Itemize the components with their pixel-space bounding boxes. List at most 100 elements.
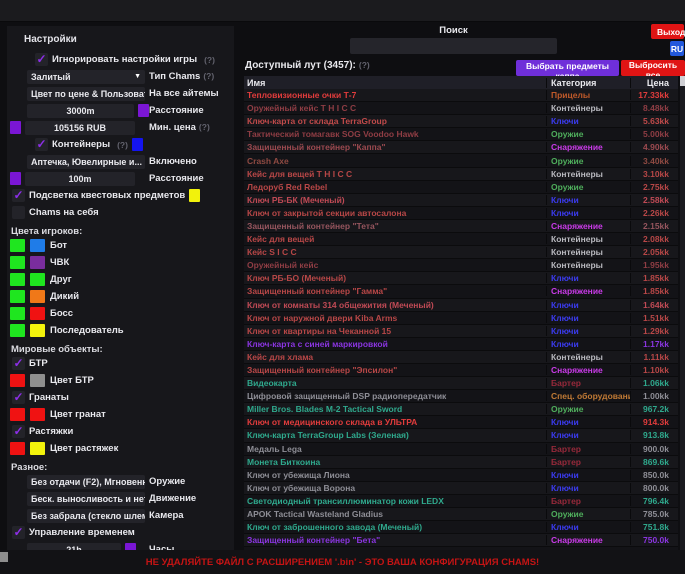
- hint-icon[interactable]: (?): [117, 140, 128, 150]
- dropdown-value: Без отдачи (F2), Мгновенное п: [31, 477, 145, 487]
- column-header-category[interactable]: Категория: [546, 78, 630, 88]
- table-row[interactable]: Ключ от квартиры на Чеканной 15 Ключи 1.…: [244, 325, 678, 338]
- checkbox[interactable]: ✓: [12, 357, 25, 370]
- exit-button[interactable]: Выход: [651, 24, 684, 39]
- table-row[interactable]: Защищенный контейнер "Тета" Снаряжение 2…: [244, 220, 678, 233]
- camera-dropdown[interactable]: Без забрала (стекло шлема) ▼: [27, 509, 145, 523]
- item-name: Кейс для хлама: [244, 352, 546, 362]
- scrollbar-fragment[interactable]: [0, 552, 8, 562]
- color-swatch[interactable]: [30, 374, 45, 387]
- table-row[interactable]: Ключ от закрытой секции автосалона Ключи…: [244, 207, 678, 220]
- color-swatch[interactable]: [30, 442, 45, 455]
- color-swatch[interactable]: [10, 239, 25, 252]
- color-swatch[interactable]: [10, 442, 25, 455]
- table-row[interactable]: Кейс для вещей Контейнеры 2.08kk: [244, 233, 678, 246]
- color-swatch[interactable]: [10, 307, 25, 320]
- setting-chams-self: Chams на себя: [9, 204, 230, 221]
- table-row[interactable]: Ключ-карта TerraGroup Labs (Зеленая) Клю…: [244, 429, 678, 442]
- color-swatch[interactable]: [10, 290, 25, 303]
- table-row[interactable]: Светодиодный трансиллюминатор кожи LEDX …: [244, 495, 678, 508]
- hint-icon[interactable]: (?): [199, 122, 210, 132]
- checkbox[interactable]: ✓: [12, 189, 25, 202]
- table-row[interactable]: Тепловизионные очки Т-7 Прицелы 17.33kk: [244, 89, 678, 102]
- color-picker-swatch[interactable]: [138, 104, 149, 117]
- chams-type-dropdown[interactable]: Залитый ▼: [27, 70, 145, 84]
- table-row[interactable]: Ключ от комнаты 314 общежития (Меченый) …: [244, 299, 678, 312]
- color-swatch[interactable]: [30, 307, 45, 320]
- language-button[interactable]: RU: [670, 41, 684, 56]
- color-swatch[interactable]: [10, 273, 25, 286]
- table-row[interactable]: Ключ от убежища Лиона Ключи 850.0k: [244, 469, 678, 482]
- color-picker-swatch[interactable]: [132, 138, 143, 151]
- table-row[interactable]: Ключ от медицинского склада в УЛЬТРА Клю…: [244, 416, 678, 429]
- color-picker-swatch[interactable]: [10, 121, 21, 134]
- color-picker-swatch[interactable]: [189, 189, 200, 202]
- table-row[interactable]: Защищенный контейнер "Эпсилон" Снаряжени…: [244, 364, 678, 377]
- select-kappa-items-button[interactable]: Выбрать предметы каппа: [516, 60, 619, 76]
- weapon-dropdown[interactable]: Без отдачи (F2), Мгновенное п ▼: [27, 475, 145, 489]
- table-row[interactable]: Ключ от наружной двери Kiba Arms Ключи 1…: [244, 312, 678, 325]
- hint-icon[interactable]: (?): [204, 55, 215, 65]
- checkbox[interactable]: ✓: [12, 391, 25, 404]
- table-row[interactable]: Цифровой защищенный DSP радиопередатчик …: [244, 390, 678, 403]
- min-price-input[interactable]: 105156 RUB: [25, 121, 135, 135]
- table-row[interactable]: Оружейный кейс T H I C C Контейнеры 8.48…: [244, 102, 678, 115]
- table-row[interactable]: Ключ от заброшенного завода (Меченый) Кл…: [244, 521, 678, 534]
- color-picker-swatch[interactable]: [10, 172, 21, 185]
- color-swatch[interactable]: [10, 374, 25, 387]
- search-input[interactable]: [350, 38, 557, 54]
- color-swatch[interactable]: [30, 239, 45, 252]
- table-row[interactable]: Кейс для хлама Контейнеры 1.11kk: [244, 351, 678, 364]
- color-swatch[interactable]: [30, 408, 45, 421]
- table-row[interactable]: Защищенный контейнер "Бета" Снаряжение 7…: [244, 534, 678, 547]
- table-row[interactable]: Ключ от убежища Ворона Ключи 800.0k: [244, 482, 678, 495]
- color-mode-dropdown[interactable]: Цвет по цене & Пользователь ▼: [27, 87, 145, 101]
- color-swatch[interactable]: [10, 324, 25, 337]
- table-row[interactable]: Ледоруб Red Rebel Оружие 2.75kk: [244, 181, 678, 194]
- distance-input[interactable]: 3000m: [27, 104, 134, 118]
- checkbox[interactable]: [12, 206, 25, 219]
- column-header-name[interactable]: Имя: [244, 78, 546, 88]
- table-row[interactable]: Защищенный контейнер "Каппа" Снаряжение …: [244, 141, 678, 154]
- item-category: Ключи: [546, 195, 630, 205]
- table-row[interactable]: Медаль Lega Бартер 900.0k: [244, 443, 678, 456]
- item-price: 4.90kk: [630, 142, 678, 152]
- color-swatch[interactable]: [30, 256, 45, 269]
- color-swatch[interactable]: [30, 273, 45, 286]
- table-row[interactable]: Монета Биткоина Бартер 869.6k: [244, 456, 678, 469]
- table-row[interactable]: Ключ-карта от склада TerraGroup Ключи 5.…: [244, 115, 678, 128]
- hint-icon[interactable]: (?): [359, 60, 370, 70]
- table-row[interactable]: Ключ РБ-БК (Меченый) Ключи 2.58kk: [244, 194, 678, 207]
- movement-dropdown[interactable]: Беск. выносливость и нет уста ▼: [27, 492, 145, 506]
- color-row-label: Цвет гранат: [50, 409, 106, 420]
- item-price: 2.75kk: [630, 182, 678, 192]
- drop-all-button[interactable]: Выбросить все: [621, 60, 685, 76]
- color-swatch[interactable]: [10, 408, 25, 421]
- checkbox[interactable]: ✓: [35, 53, 48, 66]
- table-row[interactable]: Ключ-карта с синей маркировкой Ключи 1.1…: [244, 338, 678, 351]
- table-row[interactable]: Ключ РБ-БО (Меченый) Ключи 1.85kk: [244, 272, 678, 285]
- table-row[interactable]: Кейс для вещей T H I C C Контейнеры 3.10…: [244, 168, 678, 181]
- color-swatch[interactable]: [30, 290, 45, 303]
- table-row[interactable]: Тактический томагавк SOG Voodoo Hawk Ору…: [244, 128, 678, 141]
- distance2-input[interactable]: 100m: [25, 172, 135, 186]
- table-row[interactable]: Видеокарта Бартер 1.06kk: [244, 377, 678, 390]
- included-dropdown[interactable]: Аптечка, Ювелирные и... ▼: [27, 155, 145, 169]
- checkbox[interactable]: ✓: [12, 425, 25, 438]
- table-row[interactable]: APOK Tactical Wasteland Gladius Оружие 7…: [244, 508, 678, 521]
- color-swatch[interactable]: [30, 324, 45, 337]
- table-row[interactable]: Кейс S I C C Контейнеры 2.05kk: [244, 246, 678, 259]
- table-row[interactable]: Защищенный контейнер "Гамма" Снаряжение …: [244, 285, 678, 298]
- hint-icon[interactable]: (?): [203, 71, 214, 81]
- item-category: Контейнеры: [546, 169, 630, 179]
- scrollbar-thumb[interactable]: [680, 76, 685, 86]
- table-row[interactable]: Crash Axe Оружие 3.40kk: [244, 154, 678, 167]
- checkbox[interactable]: ✓: [12, 526, 25, 539]
- item-price: 3.10kk: [630, 169, 678, 179]
- table-row[interactable]: Оружейный кейс Контейнеры 1.95kk: [244, 259, 678, 272]
- table-row[interactable]: Miller Bros. Blades M-2 Tactical Sword О…: [244, 403, 678, 416]
- checkbox[interactable]: ✓: [35, 138, 48, 151]
- color-swatch[interactable]: [10, 256, 25, 269]
- column-header-price[interactable]: Цена: [630, 78, 678, 88]
- table-scrollbar[interactable]: [680, 76, 685, 550]
